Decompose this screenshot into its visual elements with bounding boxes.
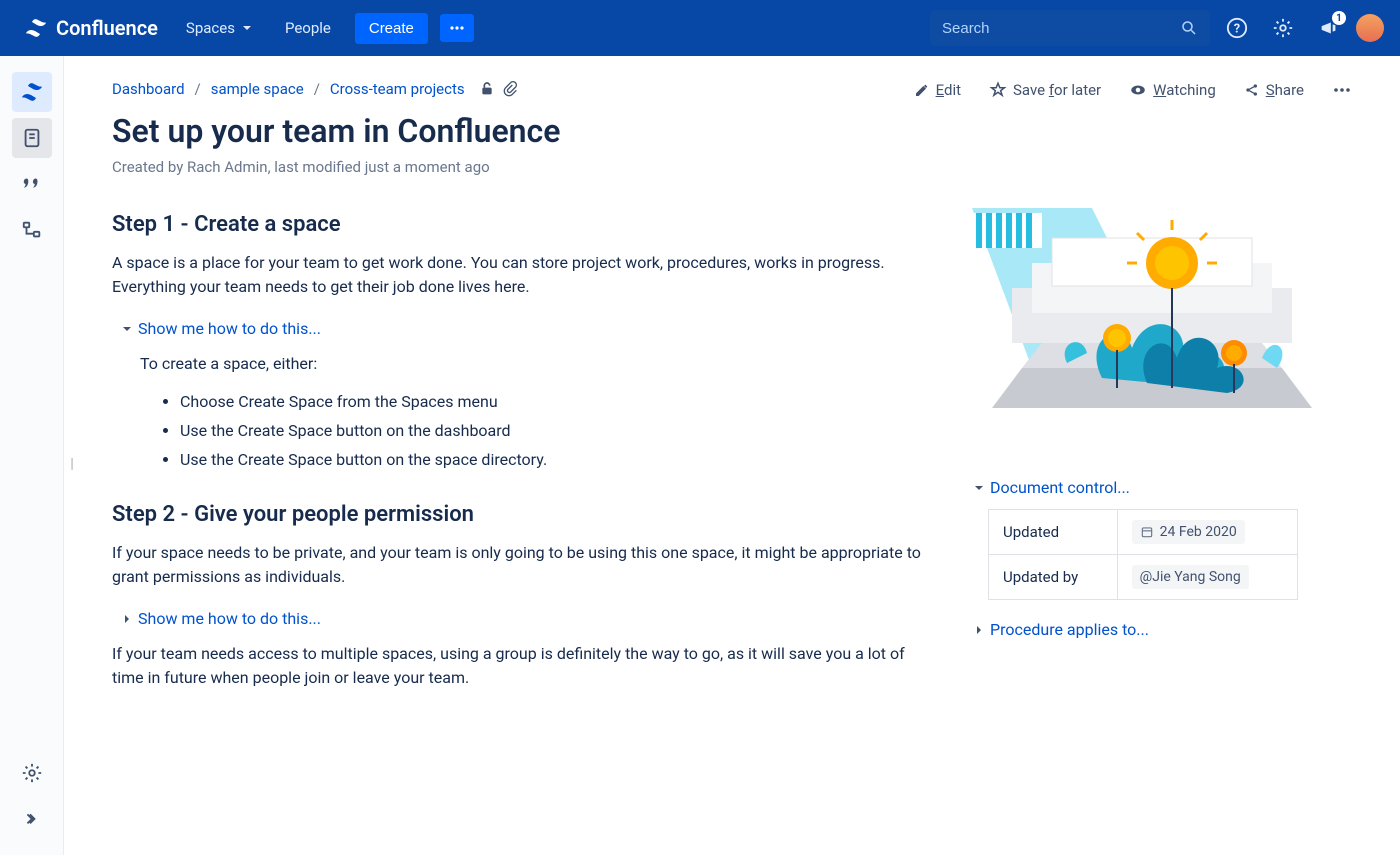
nav-people[interactable]: People bbox=[273, 11, 343, 45]
chevron-right-icon bbox=[120, 612, 134, 626]
sidebar-pages[interactable] bbox=[12, 118, 52, 158]
search-box[interactable] bbox=[930, 10, 1210, 46]
dots-icon bbox=[1332, 80, 1352, 100]
more-actions[interactable] bbox=[1332, 80, 1352, 100]
edit-action[interactable]: Edit bbox=[914, 81, 961, 99]
notifications-button[interactable]: 1 bbox=[1310, 9, 1348, 47]
quote-icon bbox=[21, 173, 43, 195]
step1-body: A space is a place for your team to get … bbox=[112, 251, 932, 299]
page-actions: Edit Save for later Watching Share bbox=[914, 80, 1352, 100]
tree-icon bbox=[21, 219, 43, 241]
dots-icon bbox=[448, 19, 466, 37]
step2-heading: Step 2 - Give your people permission bbox=[112, 502, 932, 527]
chevron-down-icon bbox=[241, 22, 253, 34]
create-button[interactable]: Create bbox=[355, 13, 428, 44]
watch-action[interactable]: Watching bbox=[1129, 81, 1216, 99]
user-avatar[interactable] bbox=[1356, 14, 1384, 42]
sidebar-blog[interactable] bbox=[12, 164, 52, 204]
search-icon bbox=[1180, 19, 1198, 37]
step2-body2: If your team needs access to multiple sp… bbox=[112, 642, 932, 690]
chevron-right-icon bbox=[972, 623, 986, 637]
chevron-down-icon bbox=[120, 322, 134, 336]
notification-badge: 1 bbox=[1332, 11, 1346, 25]
product-logo[interactable]: Confluence bbox=[16, 16, 166, 40]
settings-button[interactable] bbox=[1264, 9, 1302, 47]
help-button[interactable]: ? bbox=[1218, 9, 1256, 47]
eye-icon bbox=[1129, 81, 1147, 99]
step1-bullets: Choose Create Space from the Spaces menu… bbox=[180, 388, 932, 474]
updated-date: 24 Feb 2020 bbox=[1132, 520, 1245, 544]
breadcrumb-dashboard[interactable]: Dashboard bbox=[112, 80, 185, 98]
sidebar-settings[interactable] bbox=[12, 753, 52, 793]
sidebar: || bbox=[0, 56, 64, 855]
breadcrumb: Dashboard / sample space / Cross-team pr… bbox=[112, 80, 914, 98]
step1-expand[interactable]: Show me how to do this... bbox=[120, 319, 932, 338]
page-icon bbox=[21, 127, 43, 149]
chevron-down-icon bbox=[972, 481, 986, 495]
sidebar-app-icon[interactable] bbox=[12, 72, 52, 112]
procedure-expand[interactable]: Procedure applies to... bbox=[972, 620, 1332, 639]
step2-expand[interactable]: Show me how to do this... bbox=[120, 609, 932, 628]
doc-control-table: Updated 24 Feb 2020 Updated by @Jie Yang… bbox=[988, 509, 1298, 600]
share-icon bbox=[1244, 82, 1260, 98]
create-more-button[interactable] bbox=[440, 14, 474, 42]
search-input[interactable] bbox=[942, 20, 1180, 37]
help-icon: ? bbox=[1226, 17, 1248, 39]
calendar-icon bbox=[1140, 525, 1154, 539]
confluence-icon bbox=[20, 80, 44, 104]
pencil-icon bbox=[914, 82, 930, 98]
sidebar-tree[interactable] bbox=[12, 210, 52, 250]
nav-spaces[interactable]: Spaces bbox=[174, 11, 265, 45]
step2-body1: If your space needs to be private, and y… bbox=[112, 541, 932, 589]
updated-label: Updated bbox=[989, 510, 1118, 555]
share-action[interactable]: Share bbox=[1244, 81, 1304, 99]
breadcrumb-space[interactable]: sample space bbox=[211, 80, 304, 98]
step1-intro: To create a space, either: bbox=[140, 352, 932, 376]
page-title: Set up your team in Confluence bbox=[112, 112, 1352, 150]
attachment-icon[interactable] bbox=[503, 81, 519, 97]
hero-illustration bbox=[972, 208, 1332, 448]
product-name: Confluence bbox=[56, 16, 158, 40]
expand-icon bbox=[21, 808, 43, 830]
svg-text:?: ? bbox=[1234, 22, 1240, 37]
doc-control-expand[interactable]: Document control... bbox=[972, 478, 1332, 497]
restrictions-icon[interactable] bbox=[479, 81, 495, 97]
save-action[interactable]: Save for later bbox=[989, 81, 1101, 99]
step1-heading: Step 1 - Create a space bbox=[112, 212, 932, 237]
page-byline: Created by Rach Admin, last modified jus… bbox=[112, 158, 1352, 176]
breadcrumb-parent[interactable]: Cross-team projects bbox=[330, 80, 465, 98]
sidebar-expand[interactable] bbox=[12, 799, 52, 839]
gear-icon bbox=[1272, 17, 1294, 39]
star-icon bbox=[989, 81, 1007, 99]
sidebar-collapse-handle[interactable]: || bbox=[70, 456, 71, 472]
gear-icon bbox=[21, 762, 43, 784]
updated-by-user[interactable]: @Jie Yang Song bbox=[1132, 565, 1249, 589]
updated-by-label: Updated by bbox=[989, 555, 1118, 600]
confluence-icon bbox=[24, 16, 48, 40]
